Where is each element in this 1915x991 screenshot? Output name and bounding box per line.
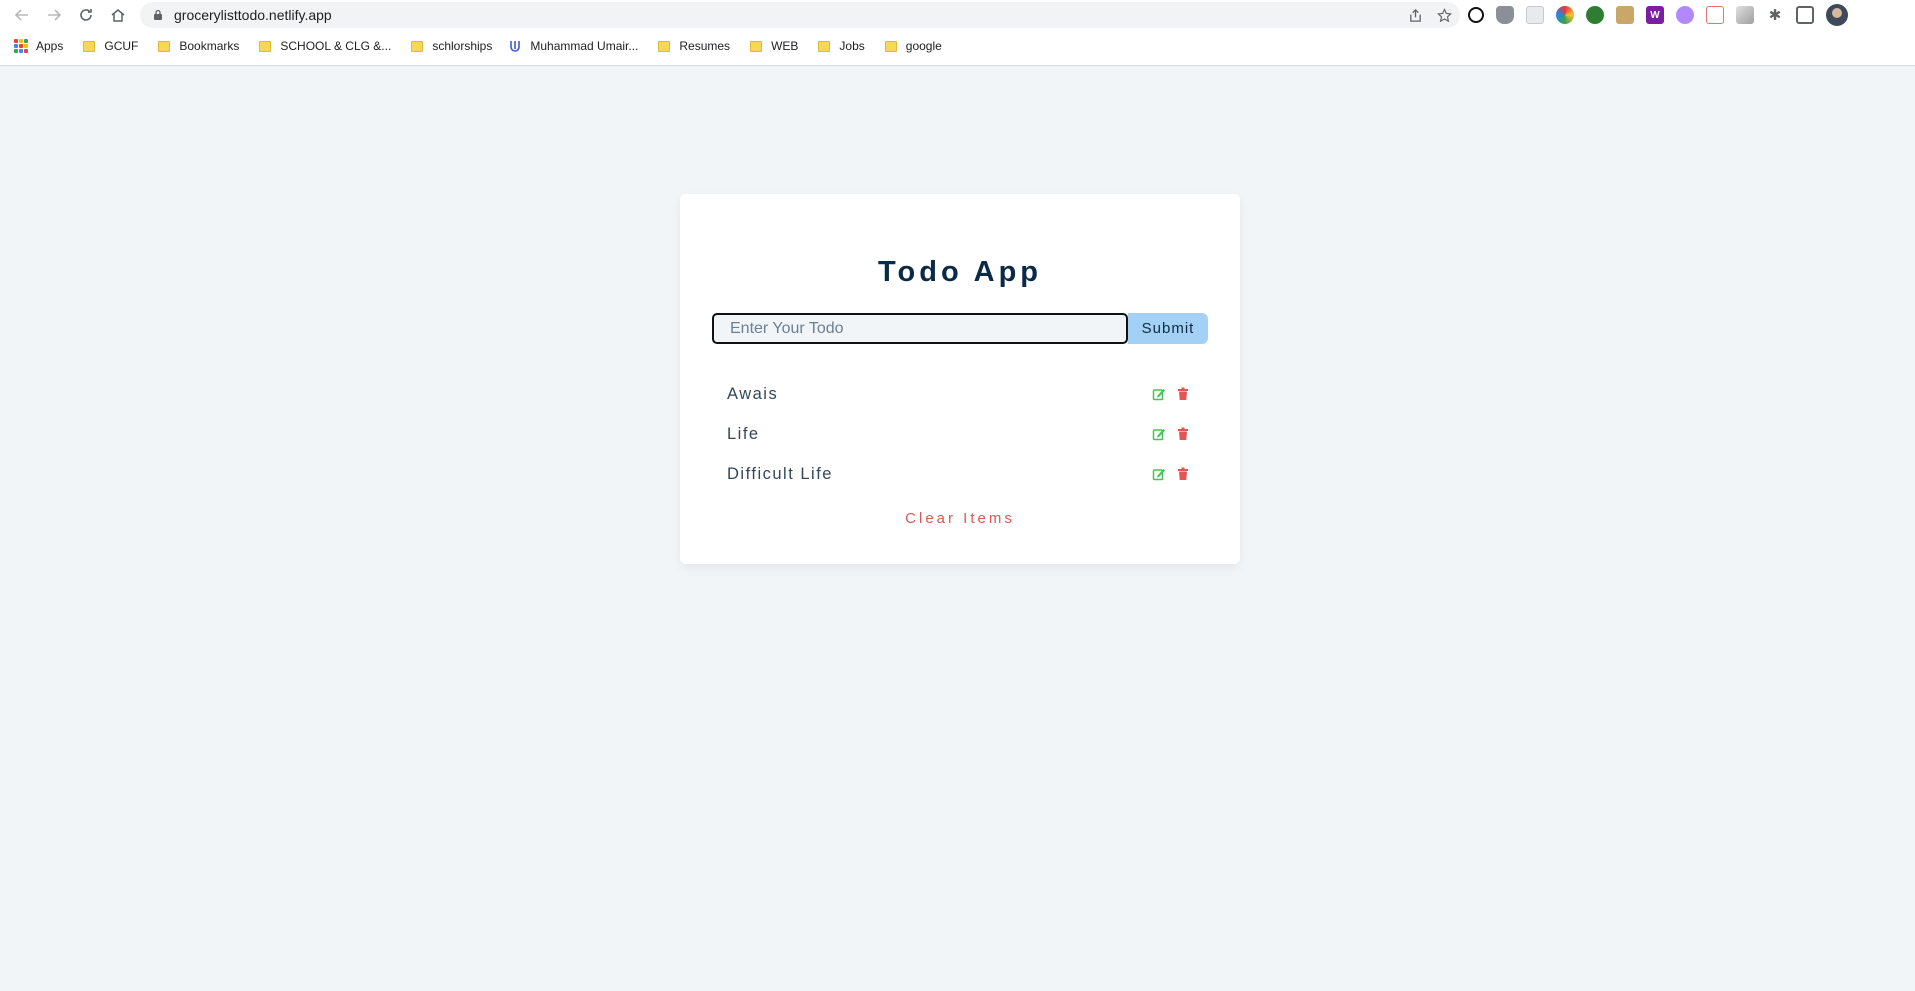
bookmark-folder[interactable]: Jobs <box>814 34 872 58</box>
submit-button[interactable]: Submit <box>1128 313 1208 344</box>
apps-grid-icon <box>14 39 28 53</box>
item-text: Life <box>727 424 760 443</box>
bookmark-label: Bookmarks <box>179 39 240 53</box>
todo-list: Awais Life Difficult Life <box>727 374 1190 494</box>
image-extension-icon[interactable] <box>1616 6 1634 24</box>
trash-icon[interactable] <box>1176 387 1190 401</box>
color-picker-extension-icon[interactable] <box>1556 6 1574 24</box>
folder-icon <box>259 40 272 52</box>
grid-extension-icon[interactable] <box>1526 6 1544 24</box>
app-title: Todo App <box>877 256 1043 288</box>
bookmark-label: Jobs <box>839 39 865 53</box>
reload-button[interactable] <box>70 0 102 30</box>
folder-icon <box>884 40 897 52</box>
trash-icon[interactable] <box>1176 467 1190 481</box>
bookmark-folder[interactable]: google <box>881 34 950 58</box>
sync-extension-icon[interactable] <box>1468 7 1484 23</box>
folder-icon <box>818 40 831 52</box>
globe-extension-icon[interactable] <box>1586 6 1604 24</box>
edit-icon[interactable] <box>1152 427 1166 441</box>
bookmark-label: schlorships <box>432 39 493 53</box>
reload-icon <box>80 9 92 21</box>
wp-extension-icon[interactable]: W <box>1646 6 1664 24</box>
back-button[interactable] <box>6 0 38 30</box>
bookmark-apps[interactable]: Apps <box>14 34 71 58</box>
address-bar[interactable]: grocerylisttodo.netlify.app <box>140 2 1460 28</box>
item-actions <box>1152 387 1190 401</box>
bookmark-label: Apps <box>36 39 64 53</box>
bookmarks-bar: Apps GCUF Bookmarks SCHOOL & CLG &... sc… <box>0 34 1915 58</box>
todo-input[interactable] <box>712 313 1128 344</box>
folder-icon <box>750 40 763 52</box>
todo-form: Submit <box>712 313 1208 344</box>
trash-icon[interactable] <box>1176 427 1190 441</box>
calendar-extension-icon[interactable] <box>1706 6 1724 24</box>
url-text: grocerylisttodo.netlify.app <box>174 7 332 23</box>
list-item: Life <box>727 414 1190 454</box>
gradient-extension-icon[interactable] <box>1736 6 1754 24</box>
share-icon[interactable] <box>1408 8 1423 23</box>
browser-chrome: grocerylisttodo.netlify.app W ✱ Apps GCU… <box>0 0 1915 66</box>
home-icon <box>111 9 125 22</box>
folder-icon <box>411 40 424 52</box>
bookmark-folder[interactable]: Resumes <box>654 34 738 58</box>
bookmark-link[interactable]: Muhammad Umair... <box>508 34 646 58</box>
bookmark-folder[interactable]: Bookmarks <box>154 34 247 58</box>
arrow-left-icon <box>14 9 28 21</box>
side-panel-icon[interactable] <box>1796 6 1814 24</box>
home-button[interactable] <box>102 0 134 30</box>
edit-icon[interactable] <box>1152 387 1166 401</box>
browser-toolbar: grocerylisttodo.netlify.app W ✱ <box>0 0 1915 30</box>
bookmark-folder[interactable]: WEB <box>746 34 806 58</box>
todo-card: Todo App Submit Awais Life <box>680 194 1240 564</box>
item-actions <box>1152 467 1190 481</box>
bookmark-folder[interactable]: GCUF <box>79 34 146 58</box>
bookmark-label: Muhammad Umair... <box>530 39 639 53</box>
item-text: Awais <box>727 384 779 403</box>
bookmark-label: Resumes <box>679 39 731 53</box>
star-icon[interactable] <box>1437 7 1452 23</box>
lock-icon <box>152 9 164 21</box>
edit-icon[interactable] <box>1152 467 1166 481</box>
shield-extension-icon[interactable] <box>1496 6 1514 24</box>
bookmark-label: google <box>905 39 942 53</box>
item-text: Difficult Life <box>727 464 833 483</box>
folder-icon <box>83 40 96 52</box>
folder-icon <box>158 40 171 52</box>
pen-extension-icon[interactable] <box>1676 6 1694 24</box>
forward-button[interactable] <box>38 0 70 30</box>
bookmark-label: GCUF <box>104 39 139 53</box>
extensions-bar: W ✱ <box>1468 0 1848 30</box>
bookmark-folder[interactable]: schlorships <box>407 34 500 58</box>
item-actions <box>1152 427 1190 441</box>
list-item: Awais <box>727 374 1190 414</box>
folder-icon <box>658 40 671 52</box>
list-item: Difficult Life <box>727 454 1190 494</box>
puzzle-icon[interactable]: ✱ <box>1766 6 1784 24</box>
profile-avatar[interactable] <box>1826 4 1848 26</box>
bookmark-folder[interactable]: SCHOOL & CLG &... <box>255 34 399 58</box>
arrow-right-icon <box>48 9 62 21</box>
bookmark-label: WEB <box>771 39 799 53</box>
omnibox-actions <box>1408 2 1452 28</box>
download-icon <box>508 39 522 53</box>
clear-items-button[interactable]: Clear Items <box>680 510 1240 527</box>
bookmark-label: SCHOOL & CLG &... <box>280 39 392 53</box>
